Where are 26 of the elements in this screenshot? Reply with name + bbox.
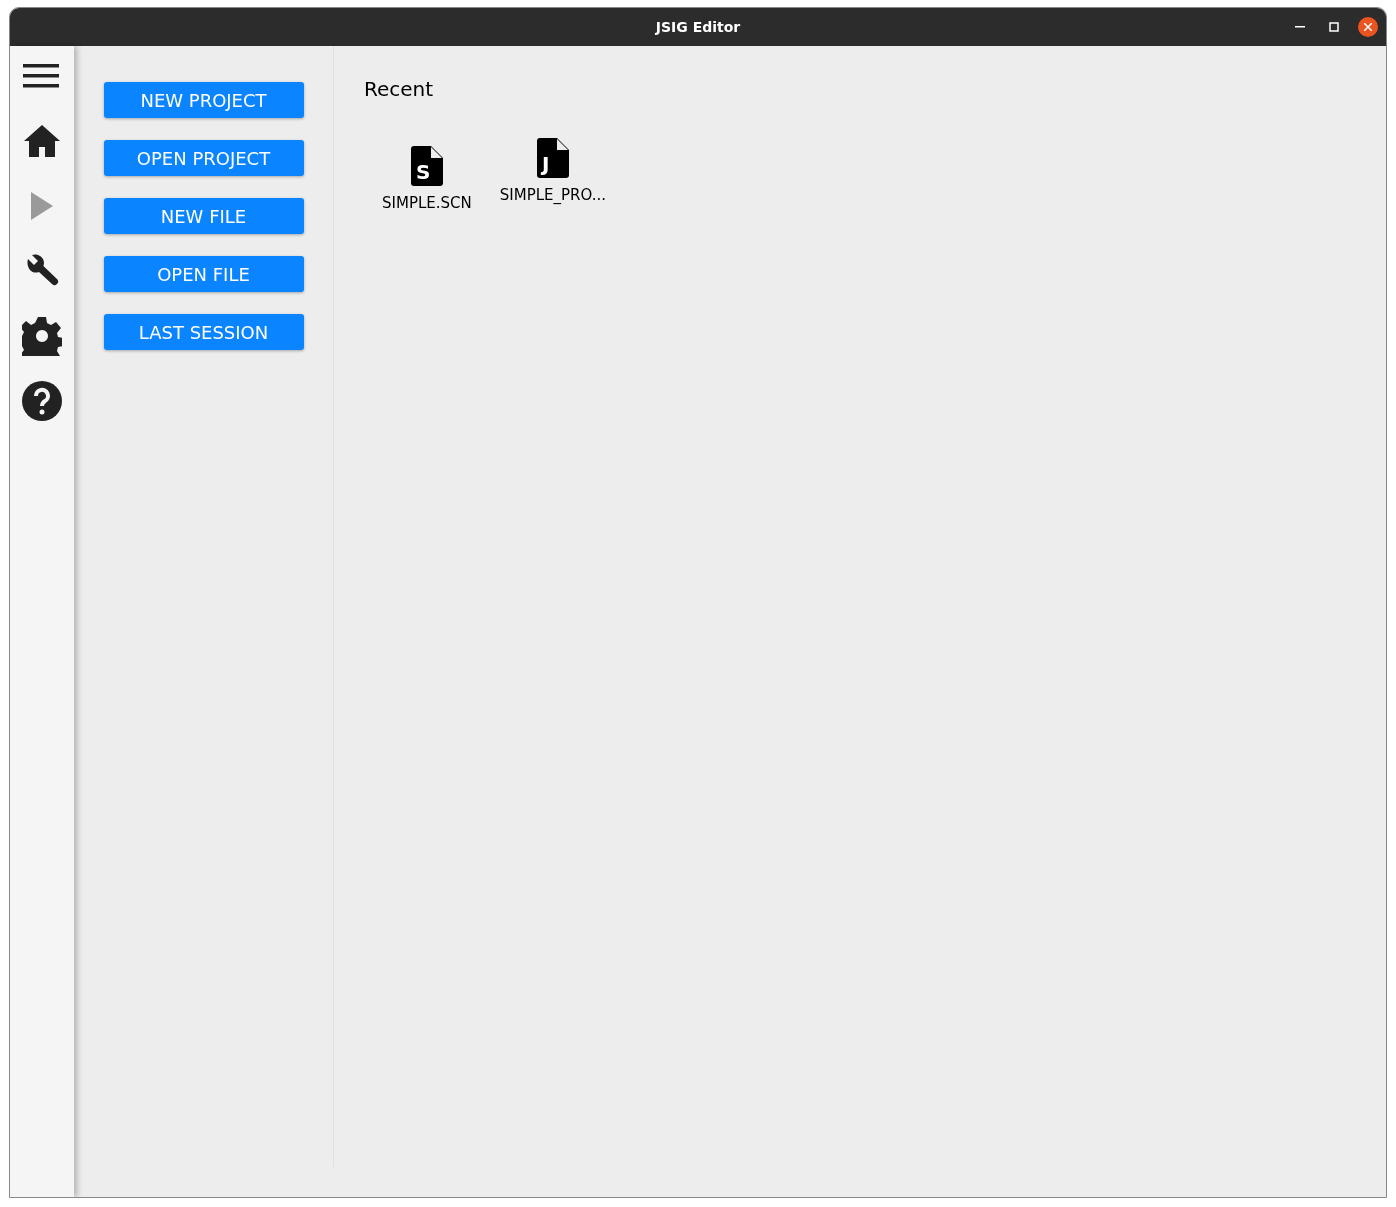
file-name: SIMPLE.SCN xyxy=(382,193,472,214)
file-icon xyxy=(410,146,443,186)
file-type-letter: S xyxy=(415,160,431,184)
action-button[interactable]: OPEN FILE xyxy=(103,256,304,292)
file-type-letter: J xyxy=(541,152,550,176)
help-icon xyxy=(22,381,62,421)
recent-file[interactable]: S SIMPLE.SCN xyxy=(378,146,476,215)
action-button[interactable]: OPEN PROJECT xyxy=(103,140,304,176)
sidebar-button[interactable] xyxy=(20,316,64,356)
action-button[interactable]: LAST SESSION xyxy=(103,314,304,350)
play-icon xyxy=(30,191,54,221)
maximize-icon xyxy=(1329,22,1339,32)
minimize-icon xyxy=(1295,26,1305,28)
section-heading: Recent xyxy=(364,76,435,103)
gear-icon xyxy=(22,316,62,356)
action-button[interactable]: NEW PROJECT xyxy=(103,82,304,118)
window-title: JSIG Editor xyxy=(655,17,741,37)
sidebar-button[interactable] xyxy=(20,381,64,421)
file-name: SIMPLE_PRO... xyxy=(499,185,606,206)
close-icon xyxy=(1364,23,1372,31)
file-icon xyxy=(536,138,569,178)
menu-icon xyxy=(23,62,61,90)
action-button[interactable]: NEW FILE xyxy=(103,198,304,234)
home-icon xyxy=(23,124,61,158)
recent-file[interactable]: J SIMPLE_PRO... xyxy=(495,138,610,215)
close-button[interactable] xyxy=(1358,17,1378,37)
